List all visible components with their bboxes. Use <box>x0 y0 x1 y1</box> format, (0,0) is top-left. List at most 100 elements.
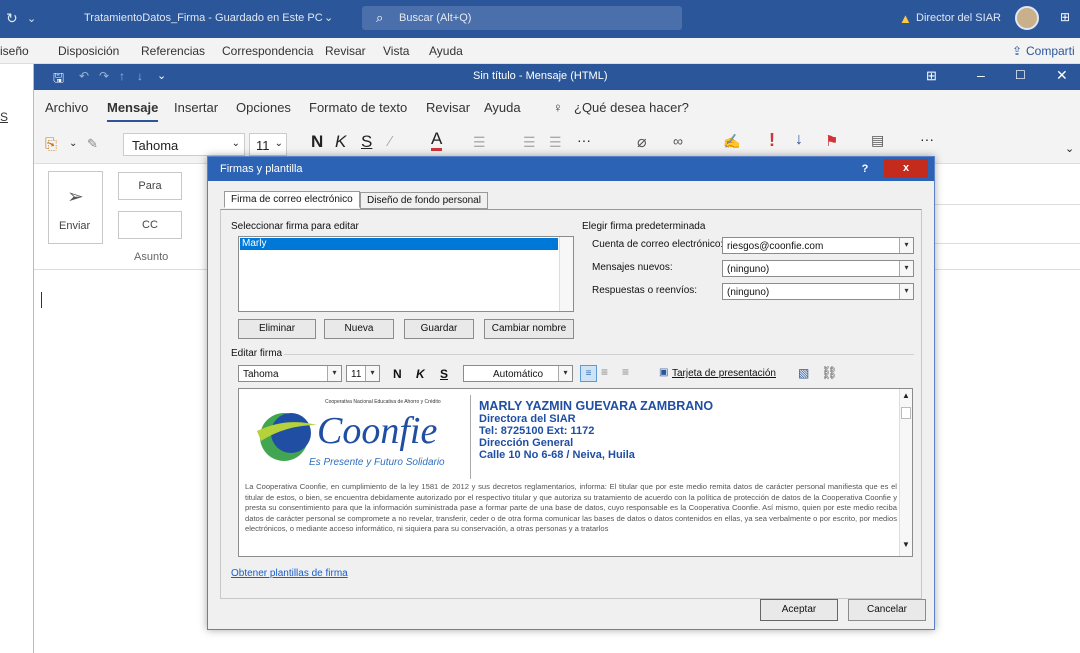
send-button[interactable]: ➢ Enviar <box>48 171 103 244</box>
align-left-button[interactable]: ≡ <box>580 365 597 382</box>
list-scrollbar[interactable] <box>559 237 573 311</box>
sig-size-select[interactable]: 11 ▾ <box>346 365 380 382</box>
align-center-button[interactable]: ≡ <box>601 365 608 379</box>
menu-ayuda[interactable]: Ayuda <box>484 100 521 115</box>
insert-hyperlink-icon[interactable]: ⛓ <box>821 365 838 381</box>
close-icon[interactable]: ✕ <box>1056 67 1068 84</box>
to-button[interactable]: Para <box>118 172 182 200</box>
align-right-button[interactable]: ≡ <box>622 365 629 379</box>
signature-list[interactable]: Marly <box>238 236 574 312</box>
bullets-icon[interactable]: ☰ <box>473 134 486 151</box>
indent-icon[interactable]: ☰ <box>549 134 562 151</box>
up-icon[interactable]: ↑ <box>119 69 125 83</box>
document-title[interactable]: TratamientoDatos_Firma - Guardado en Est… <box>84 12 323 24</box>
sig-color-select[interactable]: Automático ▾ <box>463 365 573 382</box>
list-item[interactable]: Marly <box>240 238 558 250</box>
format-painter-icon[interactable]: ✎ <box>87 136 98 152</box>
get-templates-link[interactable]: Obtener plantillas de firma <box>231 568 348 579</box>
tab-review[interactable]: Revisar <box>325 44 366 58</box>
redo-icon[interactable]: ↷ <box>99 69 109 83</box>
more-format-button[interactable]: ··· <box>577 132 591 148</box>
menu-formato[interactable]: Formato de texto <box>309 100 407 115</box>
tab-email-signature[interactable]: Firma de correo electrónico <box>224 191 360 208</box>
high-importance-icon[interactable]: ! <box>769 130 775 151</box>
editor-scrollbar[interactable]: ▲ ▼ <box>899 389 912 556</box>
edit-signature-label: Editar firma <box>231 348 283 359</box>
rename-button[interactable]: Cambiar nombre <box>484 319 574 339</box>
down-icon[interactable]: ↓ <box>137 69 143 83</box>
save-button[interactable]: Guardar <box>404 319 474 339</box>
new-messages-select[interactable]: (ninguno) ▾ <box>722 260 914 277</box>
sig-font-select[interactable]: Tahoma ▾ <box>238 365 342 382</box>
signature-icon[interactable]: ✍ <box>723 133 740 150</box>
send-label: Enviar <box>59 220 91 232</box>
scroll-down-icon[interactable]: ▼ <box>902 540 910 549</box>
collapse-ribbon-icon[interactable]: ⌄ <box>1065 142 1074 155</box>
sig-underline-button[interactable]: S <box>440 367 448 381</box>
menu-opciones[interactable]: Opciones <box>236 100 291 115</box>
search-placeholder: Buscar (Alt+Q) <box>399 12 472 24</box>
low-importance-icon[interactable]: ↓ <box>795 131 803 149</box>
share-button[interactable]: Comparti <box>1026 44 1075 58</box>
account-select[interactable]: riesgos@coonfie.com ▾ <box>722 237 914 254</box>
tab-mailings[interactable]: Correspondencia <box>222 44 313 58</box>
maximize-icon[interactable]: ☐ <box>1015 68 1026 82</box>
qat-customize-icon[interactable]: ⌄ <box>157 69 166 82</box>
outdent-icon[interactable]: ☰ <box>523 134 536 151</box>
sig-italic-button[interactable]: K <box>416 367 425 381</box>
avatar[interactable] <box>1015 6 1039 30</box>
title-dropdown-icon[interactable]: ⌄ <box>324 11 333 24</box>
tab-references[interactable]: Referencias <box>141 44 205 58</box>
cc-button[interactable]: CC <box>118 211 182 239</box>
search-box[interactable]: ⌕ Buscar (Alt+Q) <box>362 6 682 30</box>
autosave-icon[interactable]: ↻ <box>6 10 18 27</box>
menu-archivo[interactable]: Archivo <box>45 100 88 115</box>
more-options-icon[interactable]: ··· <box>920 131 934 147</box>
tab-view[interactable]: Vista <box>383 44 409 58</box>
scroll-up-icon[interactable]: ▲ <box>902 391 910 400</box>
highlight-icon[interactable]: ⁄ <box>389 133 392 150</box>
business-card-button[interactable]: Tarjeta de presentación <box>672 368 776 379</box>
help-button[interactable]: ? <box>854 160 876 178</box>
minimize-icon[interactable]: – <box>977 67 985 83</box>
underline-button[interactable]: S <box>361 132 372 152</box>
menu-mensaje[interactable]: Mensaje <box>107 100 159 122</box>
signature-tel: Tel: 8725100 Ext: 1172 <box>479 425 595 437</box>
tab-help[interactable]: Ayuda <box>429 44 463 58</box>
save-icon[interactable]: 🖫 <box>53 69 64 91</box>
view-templates-icon[interactable]: ▤ <box>871 132 884 149</box>
font-color-button[interactable]: A <box>431 130 443 151</box>
menu-revisar[interactable]: Revisar <box>426 100 470 115</box>
insert-picture-icon[interactable]: ▧ <box>798 366 809 380</box>
dialog-close-button[interactable]: x <box>884 159 928 178</box>
paste-dropdown-icon[interactable]: ⌄ <box>69 138 77 149</box>
signature-editor[interactable]: ▲ ▼ Cooperativa Nacional Educativa de Ah… <box>238 388 913 557</box>
flag-icon[interactable]: ⚑ <box>825 132 838 150</box>
undo-icon[interactable]: ↶ <box>79 69 89 83</box>
tell-me-box[interactable]: ¿Qué desea hacer? <box>574 100 689 115</box>
delete-button[interactable]: Eliminar <box>238 319 316 339</box>
cancel-button[interactable]: Cancelar <box>848 599 926 621</box>
link-icon[interactable]: ∞ <box>673 133 683 149</box>
italic-button[interactable]: K <box>335 132 346 152</box>
tab-layout[interactable]: Disposición <box>58 44 119 58</box>
scroll-thumb[interactable] <box>901 407 911 419</box>
qat-dropdown-icon[interactable]: ⌄ <box>27 12 36 25</box>
user-name[interactable]: Director del SIAR <box>916 12 1001 24</box>
ok-button[interactable]: Aceptar <box>760 599 838 621</box>
bold-button[interactable]: N <box>311 132 323 152</box>
sig-bold-button[interactable]: N <box>393 367 402 381</box>
new-button[interactable]: Nueva <box>324 319 394 339</box>
font-name-select[interactable]: Tahoma ⌄ <box>123 133 245 156</box>
menu-insertar[interactable]: Insertar <box>174 100 218 115</box>
share-icon[interactable]: ⇪ <box>1012 44 1022 58</box>
font-size-select[interactable]: 11 ⌄ <box>249 133 287 156</box>
ribbon-display-icon[interactable]: ⊞ <box>1060 10 1070 24</box>
ribbon-options-icon[interactable]: ⊞ <box>926 68 937 84</box>
tab-personal-stationery[interactable]: Diseño de fondo personal <box>360 192 488 209</box>
tab-design[interactable]: iseño <box>0 44 29 58</box>
replies-select[interactable]: (ninguno) ▾ <box>722 283 914 300</box>
paste-icon[interactable]: ⎘ <box>45 136 57 153</box>
attach-icon[interactable]: ⌀ <box>637 132 647 152</box>
word-title-bar: ↻ ⌄ TratamientoDatos_Firma - Guardado en… <box>0 0 1080 38</box>
